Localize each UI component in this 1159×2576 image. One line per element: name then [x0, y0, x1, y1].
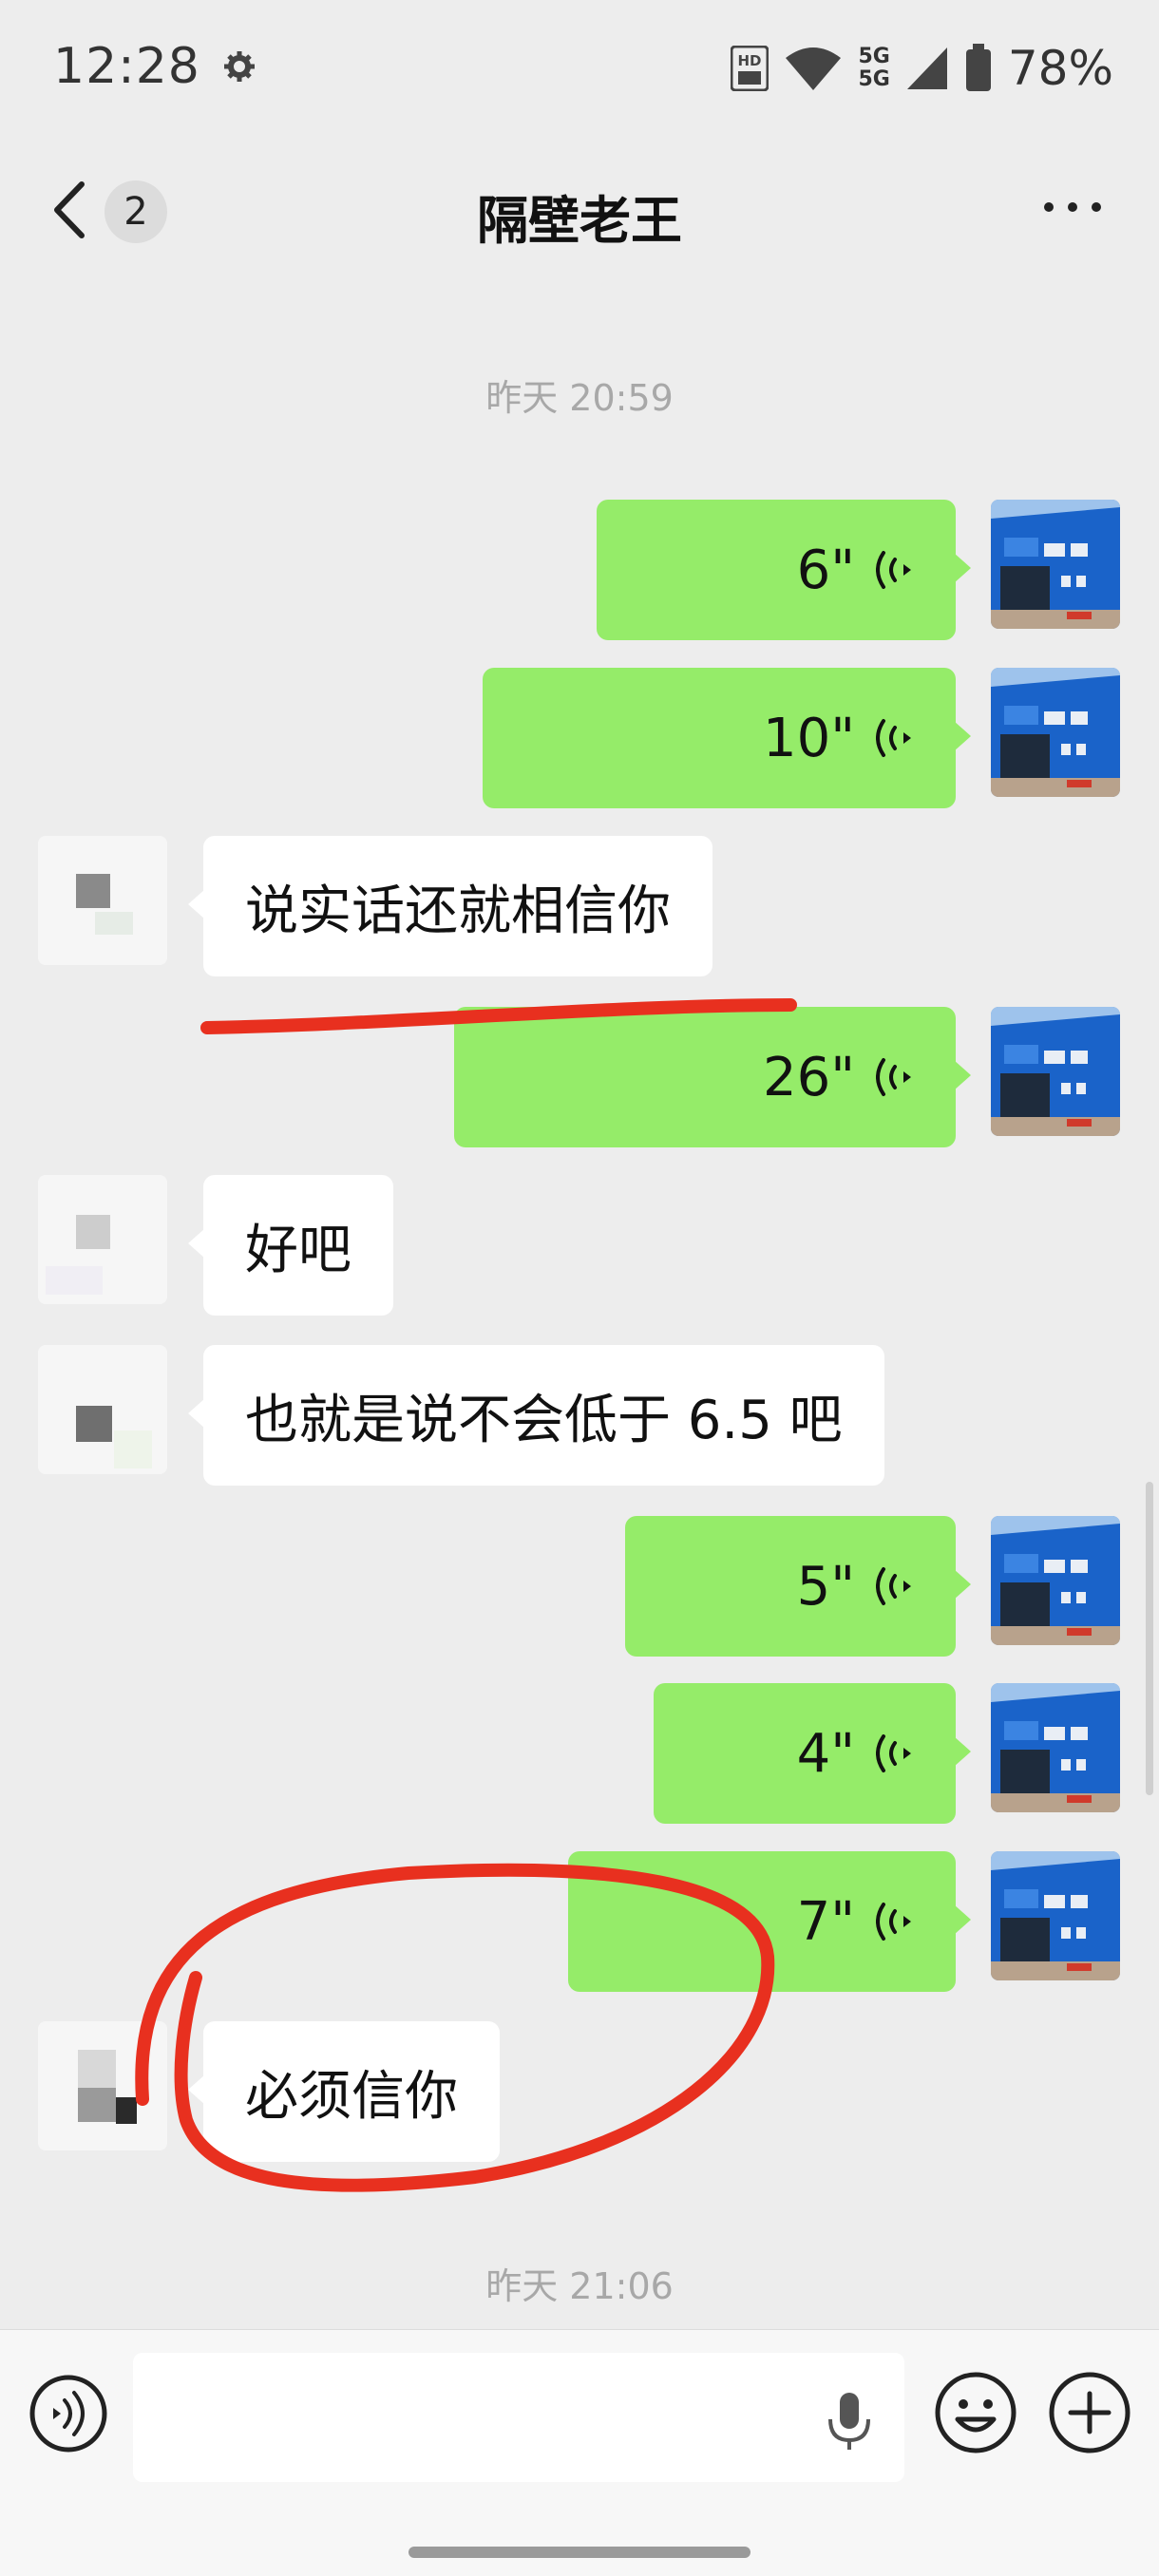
plus-icon[interactable] — [1047, 2370, 1132, 2455]
voice-duration: 4" — [796, 1722, 855, 1785]
text-message-bubble[interactable]: 说实话还就相信你 — [188, 836, 712, 976]
input-bar — [0, 2329, 1159, 2576]
scrollbar-thumb[interactable] — [1146, 1482, 1153, 1795]
status-bar: 12:28 HD 5G 5G 78% — [0, 0, 1159, 142]
hd-icon: HD — [731, 46, 770, 91]
voice-duration: 5" — [796, 1555, 855, 1618]
text-message-bubble[interactable]: 必须信你 — [188, 2021, 500, 2162]
voice-wave-icon — [876, 1899, 914, 1944]
message-text: 说实话还就相信你 — [245, 880, 671, 942]
voice-message-bubble[interactable]: 5" — [625, 1516, 971, 1657]
voice-input-icon[interactable] — [27, 2372, 110, 2455]
battery-percent: 78% — [1007, 41, 1113, 96]
message-text: 必须信你 — [245, 2065, 458, 2128]
text-message-bubble[interactable]: 好吧 — [188, 1175, 393, 1316]
message-input[interactable] — [133, 2353, 904, 2482]
contact-avatar[interactable] — [38, 836, 167, 965]
voice-message-bubble[interactable]: 7" — [568, 1851, 971, 1992]
chat-header: 2 隔壁老王 — [0, 142, 1159, 275]
message-timestamp: 昨天 21:06 — [485, 2265, 674, 2307]
message-text: 好吧 — [245, 1219, 352, 1281]
battery-icon — [965, 44, 991, 91]
message-timestamp: 昨天 20:59 — [485, 377, 674, 419]
signal-icon — [906, 47, 947, 89]
contact-avatar[interactable] — [38, 1175, 167, 1304]
voice-duration: 6" — [796, 539, 855, 601]
voice-wave-icon — [876, 1563, 914, 1609]
voice-duration: 26" — [762, 1046, 855, 1108]
voice-message-bubble[interactable]: 4" — [654, 1683, 971, 1824]
my-avatar[interactable] — [991, 668, 1120, 797]
voice-wave-icon — [876, 1731, 914, 1776]
status-time: 12:28 — [53, 38, 200, 95]
microphone-icon[interactable] — [823, 2391, 876, 2452]
message-text: 也就是说不会低于 6.5 吧 — [245, 1389, 843, 1451]
voice-message-bubble[interactable]: 26" — [454, 1007, 971, 1147]
home-indicator[interactable] — [408, 2547, 750, 2558]
my-avatar[interactable] — [991, 1516, 1120, 1645]
my-avatar[interactable] — [991, 1007, 1120, 1136]
my-avatar[interactable] — [991, 1851, 1120, 1980]
text-message-bubble[interactable]: 也就是说不会低于 6.5 吧 — [188, 1345, 884, 1486]
contact-avatar[interactable] — [38, 2021, 167, 2150]
wifi-icon — [786, 47, 842, 90]
my-avatar[interactable] — [991, 500, 1120, 629]
emoji-icon[interactable] — [933, 2370, 1018, 2455]
chat-title: 隔壁老王 — [477, 191, 682, 251]
voice-duration: 7" — [796, 1890, 855, 1953]
status-icons: HD 5G 5G 78% — [715, 40, 1113, 97]
contact-avatar[interactable] — [38, 1345, 167, 1474]
voice-wave-icon — [876, 715, 914, 761]
my-avatar[interactable] — [991, 1683, 1120, 1812]
voice-wave-icon — [876, 1054, 914, 1100]
voice-message-bubble[interactable]: 6" — [597, 500, 971, 640]
voice-wave-icon — [876, 547, 914, 593]
more-icon[interactable] — [1039, 188, 1106, 226]
svg-text:HD: HD — [738, 52, 762, 69]
voice-duration: 10" — [762, 707, 855, 769]
voice-message-bubble[interactable]: 10" — [483, 668, 971, 808]
settings-gear-icon — [224, 51, 255, 82]
network-type: 5G 5G — [858, 45, 890, 91]
